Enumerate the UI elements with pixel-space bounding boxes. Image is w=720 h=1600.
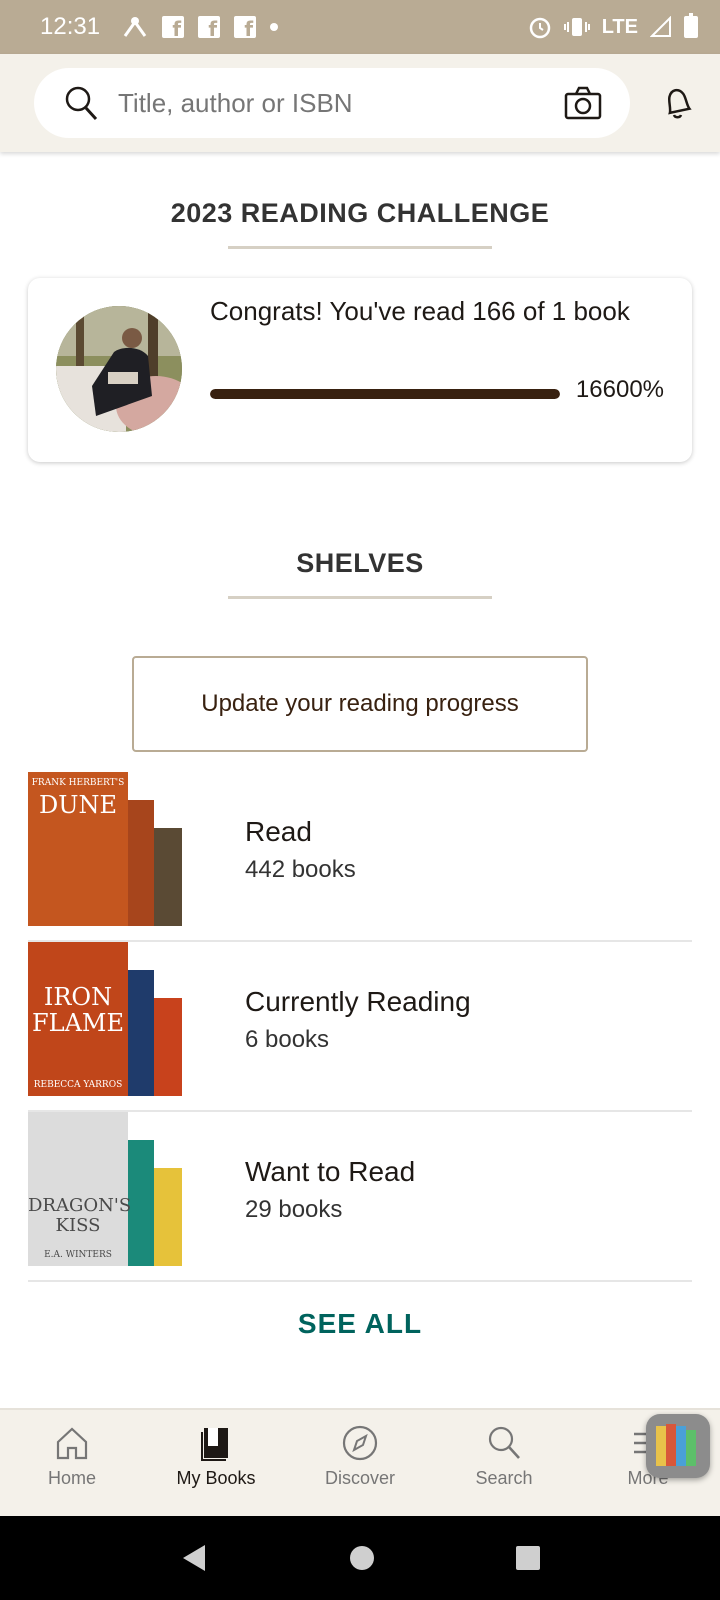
book-cover: FRANK HERBERT'S DUNE (28, 772, 128, 926)
nav-label: Discover (324, 1468, 395, 1488)
facebook-notification-icon (198, 16, 221, 41)
book-cover: DRAGON'S KISS E.A. WINTERS (28, 1112, 131, 1266)
network-activity-icon (123, 17, 147, 37)
facebook-notification-icon (234, 16, 257, 41)
notifications-bell-icon[interactable] (662, 85, 694, 121)
book-cover (152, 828, 182, 926)
nav-my-books[interactable]: My Books (144, 1410, 288, 1516)
update-reading-progress-button[interactable]: Update your reading progress (132, 656, 588, 752)
avatar (56, 306, 182, 432)
nav-search[interactable]: Search (432, 1410, 576, 1516)
challenge-percent: 16600% (575, 376, 664, 403)
reading-challenge-title: 2023 READING CHALLENGE (170, 198, 550, 228)
network-type: LTE (601, 15, 638, 38)
floating-app-shortcut-icon[interactable] (646, 1414, 710, 1478)
book-cover (152, 998, 182, 1096)
shelf-covers: DRAGON'S KISS E.A. WINTERS (28, 1112, 188, 1266)
app-shortcut-graphic (656, 1424, 696, 1466)
signal-icon (650, 16, 671, 37)
search-icon (488, 1426, 520, 1459)
system-navigation-bar (0, 1516, 720, 1600)
shelf-name: Read (245, 816, 312, 847)
avatar-photo (56, 306, 182, 432)
section-divider (228, 246, 492, 249)
battery-icon (684, 13, 698, 38)
my-books-icon (201, 1428, 228, 1461)
vibrate-icon (563, 18, 590, 36)
shelves-title: SHELVES (296, 548, 424, 578)
shelf-read[interactable]: FRANK HERBERT'S DUNE Read 442 books (28, 772, 692, 942)
book-cover (152, 1168, 182, 1266)
search-bar[interactable] (34, 68, 630, 138)
book-cover (124, 970, 154, 1096)
facebook-notification-icon (162, 16, 185, 41)
challenge-progress-fill (210, 389, 560, 399)
search-input[interactable] (118, 87, 564, 119)
alarm-icon (529, 17, 550, 39)
nav-label: My Books (176, 1468, 256, 1488)
shelf-count: 29 books (245, 1196, 343, 1223)
challenge-message: Congrats! You've read 166 of 1 book (210, 296, 630, 326)
camera-icon[interactable] (564, 86, 602, 120)
nav-home[interactable]: Home (0, 1410, 144, 1516)
shelf-name: Want to Read (245, 1156, 416, 1187)
book-cover: IRON FLAME REBECCA YARROS (28, 942, 128, 1096)
challenge-progress-bar (210, 389, 560, 399)
shelf-covers: IRON FLAME REBECCA YARROS (28, 942, 188, 1096)
recents-icon[interactable] (515, 1545, 541, 1571)
book-cover (124, 800, 154, 926)
shelf-currently-reading[interactable]: IRON FLAME REBECCA YARROS Currently Read… (28, 942, 692, 1112)
section-divider (228, 596, 492, 599)
shelf-count: 442 books (245, 856, 356, 883)
shelf-count: 6 books (245, 1026, 330, 1053)
nav-label: Home (47, 1468, 96, 1488)
shelf-want-to-read[interactable]: DRAGON'S KISS E.A. WINTERS Want to Read … (28, 1112, 692, 1282)
status-time: 12:31 (40, 13, 101, 40)
shelf-name: Currently Reading (245, 986, 471, 1017)
home-circle-icon[interactable] (349, 1545, 375, 1571)
compass-icon (342, 1425, 378, 1461)
search-icon (65, 86, 98, 121)
see-all-shelves-link[interactable]: SEE ALL (0, 1308, 720, 1340)
more-notifications-dot (270, 23, 279, 31)
nav-label: Search (475, 1468, 533, 1488)
bottom-navigation: Home My Books Discover Search More (0, 1408, 720, 1516)
reading-challenge-card[interactable]: Congrats! You've read 166 of 1 book 1660… (28, 278, 692, 462)
shelf-covers: FRANK HERBERT'S DUNE (28, 772, 188, 926)
nav-discover[interactable]: Discover (288, 1410, 432, 1516)
back-icon[interactable] (179, 1543, 209, 1573)
status-bar: 12:31 LTE (0, 0, 720, 54)
home-icon (56, 1427, 88, 1460)
top-header (0, 54, 720, 152)
